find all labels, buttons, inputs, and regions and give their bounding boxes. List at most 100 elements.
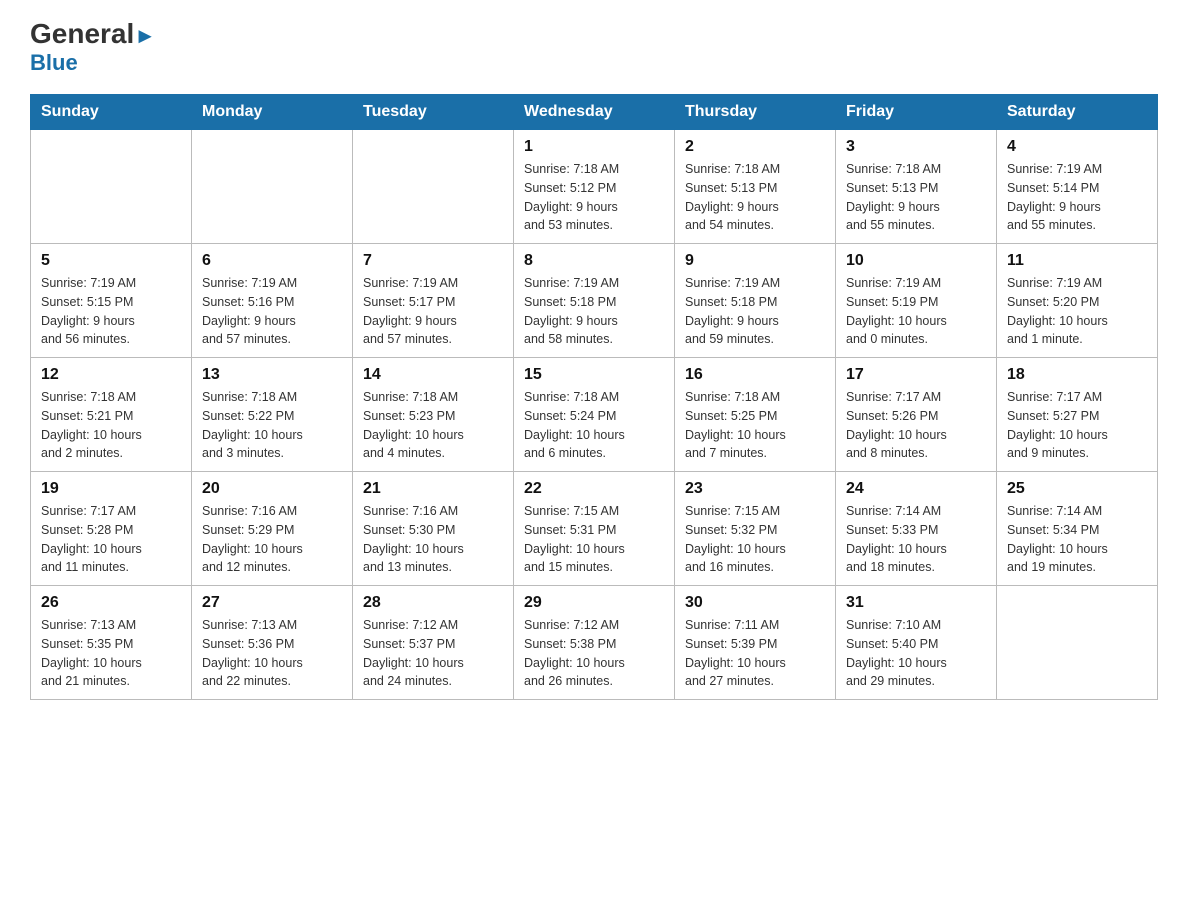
day-number: 22 [524, 480, 664, 498]
week-row-2: 5Sunrise: 7:19 AM Sunset: 5:15 PM Daylig… [31, 244, 1158, 358]
calendar-cell: 11 Sunrise: 7:19 AM Sunset: 5:20 PM Dayli… [997, 244, 1158, 358]
day-number: 14 [363, 366, 503, 384]
day-info: Sunrise: 7:18 AM Sunset: 5:12 PM Dayligh… [524, 160, 664, 235]
day-info: Sunrise: 7:18 AM Sunset: 5:21 PM Dayligh… [41, 388, 181, 463]
calendar-cell: 21 Sunrise: 7:16 AM Sunset: 5:30 PM Dayli… [353, 472, 514, 586]
day-info: Sunrise: 7:17 AM Sunset: 5:26 PM Dayligh… [846, 388, 986, 463]
day-info: Sunrise: 7:12 AM Sunset: 5:37 PM Dayligh… [363, 616, 503, 691]
day-info: Sunrise: 7:16 AM Sunset: 5:29 PM Dayligh… [202, 502, 342, 577]
day-info: Sunrise: 7:18 AM Sunset: 5:13 PM Dayligh… [685, 160, 825, 235]
day-info: Sunrise: 7:18 AM Sunset: 5:25 PM Dayligh… [685, 388, 825, 463]
day-info: Sunrise: 7:15 AM Sunset: 5:31 PM Dayligh… [524, 502, 664, 577]
day-number: 8 [524, 252, 664, 270]
calendar-cell: 28Sunrise: 7:12 AM Sunset: 5:37 PM Dayli… [353, 586, 514, 700]
week-row-4: 19Sunrise: 7:17 AM Sunset: 5:28 PM Dayli… [31, 472, 1158, 586]
day-number: 9 [685, 252, 825, 270]
day-number: 27 [202, 594, 342, 612]
calendar-cell: 4 Sunrise: 7:19 AM Sunset: 5:14 PM Daylig… [997, 130, 1158, 244]
calendar-cell: 31 Sunrise: 7:10 AM Sunset: 5:40 PM Dayli… [836, 586, 997, 700]
day-info: Sunrise: 7:18 AM Sunset: 5:22 PM Dayligh… [202, 388, 342, 463]
logo-blue: Blue [30, 50, 78, 76]
day-number: 16 [685, 366, 825, 384]
day-number: 19 [41, 480, 181, 498]
calendar-cell: 27 Sunrise: 7:13 AM Sunset: 5:36 PM Dayli… [192, 586, 353, 700]
day-number: 6 [202, 252, 342, 270]
day-info: Sunrise: 7:17 AM Sunset: 5:27 PM Dayligh… [1007, 388, 1147, 463]
calendar-cell: 8Sunrise: 7:19 AM Sunset: 5:18 PM Daylig… [514, 244, 675, 358]
day-number: 24 [846, 480, 986, 498]
day-number: 13 [202, 366, 342, 384]
day-number: 1 [524, 138, 664, 156]
calendar-cell [997, 586, 1158, 700]
calendar-cell: 9 Sunrise: 7:19 AM Sunset: 5:18 PM Daylig… [675, 244, 836, 358]
calendar-cell: 23Sunrise: 7:15 AM Sunset: 5:32 PM Dayli… [675, 472, 836, 586]
day-number: 4 [1007, 138, 1147, 156]
day-info: Sunrise: 7:19 AM Sunset: 5:16 PM Dayligh… [202, 274, 342, 349]
day-info: Sunrise: 7:13 AM Sunset: 5:36 PM Dayligh… [202, 616, 342, 691]
day-number: 26 [41, 594, 181, 612]
calendar-cell: 16 Sunrise: 7:18 AM Sunset: 5:25 PM Dayli… [675, 358, 836, 472]
day-info: Sunrise: 7:18 AM Sunset: 5:23 PM Dayligh… [363, 388, 503, 463]
calendar-cell: 15Sunrise: 7:18 AM Sunset: 5:24 PM Dayli… [514, 358, 675, 472]
weekday-header-row: SundayMondayTuesdayWednesdayThursdayFrid… [31, 95, 1158, 130]
day-info: Sunrise: 7:10 AM Sunset: 5:40 PM Dayligh… [846, 616, 986, 691]
calendar-cell: 6 Sunrise: 7:19 AM Sunset: 5:16 PM Daylig… [192, 244, 353, 358]
page-header: General► Blue [30, 20, 1158, 76]
calendar-table: SundayMondayTuesdayWednesdayThursdayFrid… [30, 94, 1158, 700]
calendar-cell: 7Sunrise: 7:19 AM Sunset: 5:17 PM Daylig… [353, 244, 514, 358]
day-number: 3 [846, 138, 986, 156]
day-info: Sunrise: 7:18 AM Sunset: 5:13 PM Dayligh… [846, 160, 986, 235]
day-number: 17 [846, 366, 986, 384]
day-number: 21 [363, 480, 503, 498]
day-number: 15 [524, 366, 664, 384]
weekday-header-friday: Friday [836, 95, 997, 130]
weekday-header-tuesday: Tuesday [353, 95, 514, 130]
calendar-cell [192, 130, 353, 244]
day-info: Sunrise: 7:19 AM Sunset: 5:17 PM Dayligh… [363, 274, 503, 349]
calendar-cell: 10 Sunrise: 7:19 AM Sunset: 5:19 PM Dayli… [836, 244, 997, 358]
day-number: 31 [846, 594, 986, 612]
day-number: 10 [846, 252, 986, 270]
day-info: Sunrise: 7:19 AM Sunset: 5:20 PM Dayligh… [1007, 274, 1147, 349]
calendar-cell: 3 Sunrise: 7:18 AM Sunset: 5:13 PM Daylig… [836, 130, 997, 244]
day-number: 18 [1007, 366, 1147, 384]
weekday-header-monday: Monday [192, 95, 353, 130]
calendar-cell: 25 Sunrise: 7:14 AM Sunset: 5:34 PM Dayli… [997, 472, 1158, 586]
calendar-cell: 12 Sunrise: 7:18 AM Sunset: 5:21 PM Dayli… [31, 358, 192, 472]
weekday-header-saturday: Saturday [997, 95, 1158, 130]
day-info: Sunrise: 7:13 AM Sunset: 5:35 PM Dayligh… [41, 616, 181, 691]
day-info: Sunrise: 7:11 AM Sunset: 5:39 PM Dayligh… [685, 616, 825, 691]
weekday-header-wednesday: Wednesday [514, 95, 675, 130]
day-info: Sunrise: 7:19 AM Sunset: 5:14 PM Dayligh… [1007, 160, 1147, 235]
calendar-cell: 13 Sunrise: 7:18 AM Sunset: 5:22 PM Dayli… [192, 358, 353, 472]
day-number: 30 [685, 594, 825, 612]
day-info: Sunrise: 7:14 AM Sunset: 5:34 PM Dayligh… [1007, 502, 1147, 577]
day-number: 23 [685, 480, 825, 498]
day-info: Sunrise: 7:12 AM Sunset: 5:38 PM Dayligh… [524, 616, 664, 691]
day-number: 2 [685, 138, 825, 156]
day-number: 25 [1007, 480, 1147, 498]
day-info: Sunrise: 7:19 AM Sunset: 5:15 PM Dayligh… [41, 274, 181, 349]
calendar-cell: 24 Sunrise: 7:14 AM Sunset: 5:33 PM Dayli… [836, 472, 997, 586]
day-info: Sunrise: 7:16 AM Sunset: 5:30 PM Dayligh… [363, 502, 503, 577]
day-number: 20 [202, 480, 342, 498]
week-row-3: 12 Sunrise: 7:18 AM Sunset: 5:21 PM Dayli… [31, 358, 1158, 472]
calendar-cell: 18 Sunrise: 7:17 AM Sunset: 5:27 PM Dayli… [997, 358, 1158, 472]
day-info: Sunrise: 7:14 AM Sunset: 5:33 PM Dayligh… [846, 502, 986, 577]
day-info: Sunrise: 7:19 AM Sunset: 5:19 PM Dayligh… [846, 274, 986, 349]
calendar-cell: 14 Sunrise: 7:18 AM Sunset: 5:23 PM Dayli… [353, 358, 514, 472]
calendar-cell: 26 Sunrise: 7:13 AM Sunset: 5:35 PM Dayli… [31, 586, 192, 700]
day-info: Sunrise: 7:19 AM Sunset: 5:18 PM Dayligh… [685, 274, 825, 349]
calendar-cell [353, 130, 514, 244]
weekday-header-thursday: Thursday [675, 95, 836, 130]
week-row-1: 1 Sunrise: 7:18 AM Sunset: 5:12 PM Daylig… [31, 130, 1158, 244]
logo: General► Blue [30, 20, 156, 76]
calendar-cell: 30 Sunrise: 7:11 AM Sunset: 5:39 PM Dayli… [675, 586, 836, 700]
calendar-cell: 22 Sunrise: 7:15 AM Sunset: 5:31 PM Dayli… [514, 472, 675, 586]
logo-general: General► [30, 20, 156, 48]
weekday-header-sunday: Sunday [31, 95, 192, 130]
calendar-cell [31, 130, 192, 244]
calendar-cell: 19Sunrise: 7:17 AM Sunset: 5:28 PM Dayli… [31, 472, 192, 586]
day-number: 12 [41, 366, 181, 384]
day-number: 11 [1007, 252, 1147, 270]
